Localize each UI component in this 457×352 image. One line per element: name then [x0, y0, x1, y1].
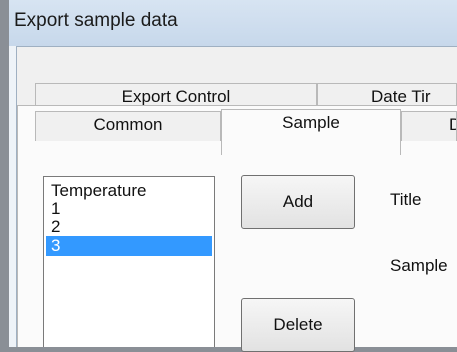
list-item-selected[interactable]: 3: [46, 236, 212, 256]
list-item[interactable]: 2: [46, 217, 212, 237]
tab-sample-label: Sample: [282, 113, 340, 132]
tab-export-control-label: Export Control: [121, 87, 231, 106]
sample-listbox[interactable]: Temperature 1 2 3: [43, 176, 215, 347]
list-item[interactable]: Temperature: [46, 181, 212, 201]
tab-sample[interactable]: Sample: [221, 109, 401, 155]
title-bar[interactable]: Export sample data: [9, 0, 457, 46]
tab-common[interactable]: Common: [35, 111, 221, 141]
list-item[interactable]: 1: [46, 199, 212, 219]
sample-field-label: Sample: [390, 256, 448, 275]
tab-d[interactable]: D: [401, 111, 457, 141]
tab-d-label: D: [449, 115, 456, 134]
window-title: Export sample data: [14, 10, 178, 31]
tab-common-label: Common: [93, 115, 163, 134]
delete-button[interactable]: Delete: [241, 298, 355, 352]
title-field-label: Title: [390, 190, 422, 209]
add-button[interactable]: Add: [241, 175, 355, 229]
tab-date-time-label: Date Tir: [371, 87, 431, 106]
